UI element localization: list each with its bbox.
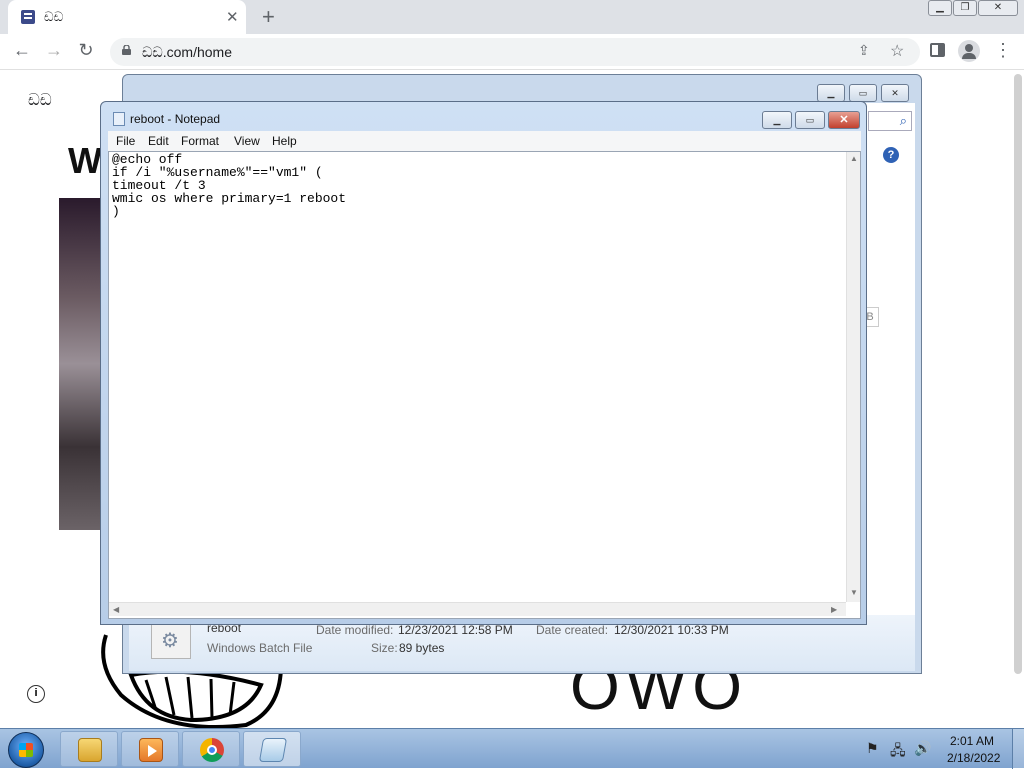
date-modified-label: Date modified: [316, 623, 394, 637]
media-player-icon [139, 738, 163, 762]
explorer-search-input[interactable]: ⌕ [868, 111, 912, 131]
notepad-horizontal-scrollbar[interactable]: ◀ ▶ [109, 602, 846, 616]
browser-tab[interactable]: ඩඩ ✕ [8, 0, 246, 34]
address-bar[interactable]: ඩඩ.com/home ⇪ ☆ [110, 38, 920, 66]
scroll-up-icon[interactable]: ▲ [850, 154, 858, 163]
page-scrollbar[interactable] [1014, 74, 1022, 674]
explorer-close-button[interactable]: ✕ [881, 84, 909, 102]
notepad-minimize-button[interactable]: ▁ [762, 111, 792, 129]
notepad-maximize-button[interactable]: ▭ [795, 111, 825, 129]
menu-edit[interactable]: Edit [148, 134, 169, 148]
new-tab-button[interactable]: + [262, 4, 275, 30]
menu-format[interactable]: Format [181, 134, 219, 148]
site-favicon-icon [21, 10, 35, 24]
menu-help[interactable]: Help [272, 134, 297, 148]
clock-time[interactable]: 2:01 AM [950, 734, 994, 748]
batch-file-icon [151, 623, 191, 659]
scroll-left-icon[interactable]: ◀ [113, 605, 119, 614]
volume-icon[interactable]: 🔊 [914, 740, 931, 757]
tab-title: ඩඩ [44, 9, 64, 24]
size-value: 89 bytes [399, 641, 445, 655]
side-panel-icon[interactable] [930, 43, 945, 57]
date-created-label: Date created: [536, 623, 609, 637]
browser-close-button[interactable]: ✕ [978, 0, 1018, 16]
details-file-type: Windows Batch File [207, 641, 313, 655]
network-icon[interactable]: 🖧 [890, 740, 906, 764]
help-icon[interactable]: ? [883, 147, 899, 163]
menu-view[interactable]: View [234, 134, 260, 148]
explorer-minimize-button[interactable]: ▁ [817, 84, 845, 102]
taskbar-media-player[interactable] [121, 731, 179, 767]
notepad-text-area[interactable]: @echo off if /i "%username%"=="vm1" ( ti… [108, 151, 861, 619]
reload-icon[interactable]: ↻ [74, 40, 98, 61]
notepad-icon [113, 112, 125, 126]
taskbar-explorer[interactable] [60, 731, 118, 767]
forward-icon[interactable]: → [42, 40, 66, 61]
explorer-maximize-button[interactable]: ▭ [849, 84, 877, 102]
url-text: ඩඩ.com/home [142, 44, 232, 60]
clock-date[interactable]: 2/18/2022 [947, 751, 1000, 765]
notepad-content: @echo off if /i "%username%"=="vm1" ( ti… [112, 152, 347, 219]
tab-close-icon[interactable]: ✕ [226, 8, 239, 26]
browser-restore-button[interactable]: ❐ [953, 0, 977, 16]
profile-avatar-icon[interactable] [958, 40, 980, 62]
start-button[interactable] [8, 732, 44, 768]
date-modified-value: 12/23/2021 12:58 PM [398, 623, 513, 637]
search-icon: ⌕ [899, 113, 907, 128]
size-label: Size: [371, 641, 398, 655]
date-created-value: 12/30/2021 10:33 PM [614, 623, 729, 637]
bookmark-star-icon[interactable]: ☆ [890, 41, 904, 61]
notepad-taskbar-icon [258, 738, 288, 762]
taskbar-chrome[interactable] [182, 731, 240, 767]
share-icon[interactable]: ⇪ [858, 42, 870, 59]
browser-tab-strip: ඩඩ ✕ + ▁ ❐ ✕ [0, 0, 1024, 34]
menu-kebab-icon[interactable]: ⋮ [991, 40, 1015, 61]
browser-toolbar: ← → ↻ ඩඩ.com/home ⇪ ☆ ⋮ [0, 34, 1024, 70]
notepad-title: reboot - Notepad [130, 112, 221, 126]
lock-icon [122, 45, 131, 55]
notepad-vertical-scrollbar[interactable]: ▲ ▼ [846, 152, 860, 602]
info-icon[interactable]: i [27, 685, 45, 703]
scroll-down-icon[interactable]: ▼ [850, 588, 858, 597]
show-desktop-button[interactable] [1012, 729, 1024, 769]
site-logo[interactable]: ඩඩ [28, 92, 52, 110]
notepad-close-button[interactable]: ✕ [828, 111, 860, 129]
action-center-flag-icon[interactable]: ⚑ [866, 740, 879, 757]
folder-icon [78, 738, 102, 762]
page-heading-fragment: W [68, 140, 102, 181]
chrome-icon [200, 738, 224, 762]
browser-minimize-button[interactable]: ▁ [928, 0, 952, 16]
notepad-window: reboot - Notepad ▁ ▭ ✕ File Edit Format … [100, 101, 867, 625]
scroll-right-icon[interactable]: ▶ [831, 605, 837, 614]
notepad-menubar: File Edit Format View Help [108, 131, 861, 151]
back-icon[interactable]: ← [10, 40, 34, 61]
menu-file[interactable]: File [116, 134, 135, 148]
taskbar-notepad[interactable] [243, 731, 301, 767]
taskbar: ⚑ 🖧 🔊 2:01 AM 2/18/2022 [0, 728, 1024, 769]
